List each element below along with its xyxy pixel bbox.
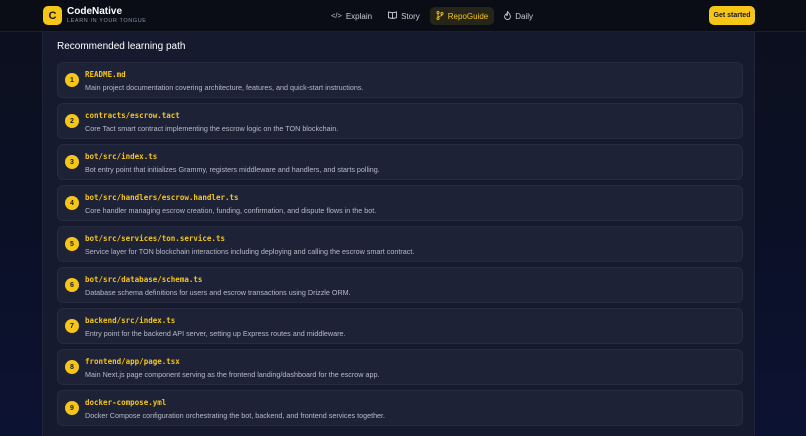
repo-guide-panel: Recommended learning path 1 README.md Ma… <box>42 32 755 436</box>
main-nav: </> Explain Story RepoGuide Daily <box>325 7 539 25</box>
step-number-badge: 7 <box>65 319 79 333</box>
file-description: Entry point for the backend API server, … <box>85 329 346 338</box>
step-number-badge: 1 <box>65 73 79 87</box>
file-description: Core Tact smart contract implementing th… <box>85 124 339 133</box>
top-navigation-bar: C CodeNative LEARN IN YOUR TONGUE </> Ex… <box>0 0 806 32</box>
brand-text: CodeNative LEARN IN YOUR TONGUE <box>67 5 147 25</box>
learning-path-item[interactable]: 8 frontend/app/page.tsx Main Next.js pag… <box>57 349 743 385</box>
brand[interactable]: C CodeNative LEARN IN YOUR TONGUE <box>43 6 147 25</box>
learning-path-item[interactable]: 6 bot/src/database/schema.ts Database sc… <box>57 267 743 303</box>
book-icon <box>388 11 398 21</box>
file-path: contracts/escrow.tact <box>85 111 180 120</box>
file-description: Docker Compose configuration orchestrati… <box>85 411 386 420</box>
logo-icon: C <box>43 6 62 25</box>
file-path: backend/src/index.ts <box>85 316 176 325</box>
file-path: bot/src/index.ts <box>85 152 158 161</box>
file-description: Core handler managing escrow creation, f… <box>85 206 377 215</box>
brand-name: CodeNative <box>67 5 123 17</box>
nav-item-story[interactable]: Story <box>382 7 426 25</box>
file-path: frontend/app/page.tsx <box>85 357 180 366</box>
learning-path-item[interactable]: 3 bot/src/index.ts Bot entry point that … <box>57 144 743 180</box>
step-number-badge: 4 <box>65 196 79 210</box>
nav-item-repoguide[interactable]: RepoGuide <box>429 7 495 25</box>
step-number-badge: 2 <box>65 114 79 128</box>
nav-item-label: RepoGuide <box>447 11 489 21</box>
flame-icon <box>504 10 512 22</box>
learning-path-list: 1 README.md Main project documentation c… <box>57 62 743 431</box>
step-number-badge: 3 <box>65 155 79 169</box>
file-description: Service layer for TON blockchain interac… <box>85 247 415 256</box>
nav-item-label: Explain <box>345 11 373 21</box>
learning-path-item[interactable]: 4 bot/src/handlers/escrow.handler.ts Cor… <box>57 185 743 221</box>
file-path: bot/src/database/schema.ts <box>85 275 203 284</box>
brand-tagline: LEARN IN YOUR TONGUE <box>67 17 147 24</box>
file-description: Database schema definitions for users an… <box>85 288 351 297</box>
learning-path-item[interactable]: 5 bot/src/services/ton.service.ts Servic… <box>57 226 743 262</box>
nav-item-explain[interactable]: </> Explain <box>325 7 378 25</box>
step-number-badge: 9 <box>65 401 79 415</box>
file-description: Main Next.js page component serving as t… <box>85 370 380 379</box>
step-number-badge: 6 <box>65 278 79 292</box>
step-number-badge: 8 <box>65 360 79 374</box>
git-branch-icon <box>436 10 444 22</box>
learning-path-item[interactable]: 1 README.md Main project documentation c… <box>57 62 743 98</box>
get-started-button[interactable]: Get started <box>709 6 755 25</box>
file-path: docker-compose.yml <box>85 398 167 407</box>
learning-path-item[interactable]: 7 backend/src/index.ts Entry point for t… <box>57 308 743 344</box>
file-description: Bot entry point that initializes Grammy,… <box>85 165 380 174</box>
file-path: README.md <box>85 70 126 79</box>
nav-item-label: Story <box>401 11 420 21</box>
code-icon: </> <box>331 11 342 21</box>
nav-item-label: Daily <box>515 11 534 21</box>
file-path: bot/src/services/ton.service.ts <box>85 234 225 243</box>
section-title: Recommended learning path <box>57 41 186 52</box>
nav-item-daily[interactable]: Daily <box>498 7 539 25</box>
learning-path-item[interactable]: 2 contracts/escrow.tact Core Tact smart … <box>57 103 743 139</box>
learning-path-item[interactable]: 9 docker-compose.yml Docker Compose conf… <box>57 390 743 426</box>
file-description: Main project documentation covering arch… <box>85 83 364 92</box>
file-path: bot/src/handlers/escrow.handler.ts <box>85 193 239 202</box>
step-number-badge: 5 <box>65 237 79 251</box>
